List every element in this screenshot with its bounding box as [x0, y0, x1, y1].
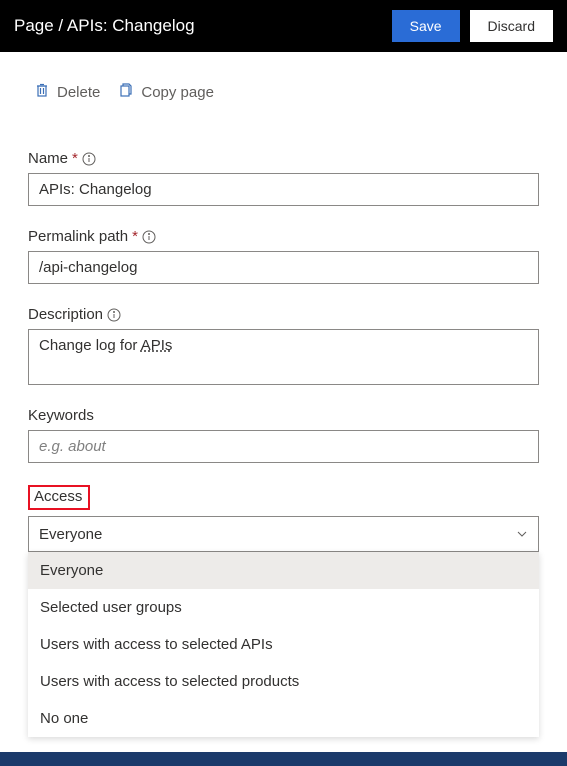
- access-select[interactable]: Everyone: [28, 516, 539, 552]
- info-icon[interactable]: [107, 308, 121, 322]
- save-button[interactable]: Save: [392, 10, 460, 42]
- description-underlined: APIs: [141, 337, 173, 354]
- permalink-field: Permalink path *: [28, 228, 539, 284]
- access-option[interactable]: Users with access to selected APIs: [28, 626, 539, 663]
- keywords-input[interactable]: [28, 430, 539, 463]
- keywords-label: Keywords: [28, 407, 539, 424]
- keywords-label-text: Keywords: [28, 407, 94, 424]
- access-label-highlight: Access: [28, 485, 90, 510]
- name-label: Name *: [28, 150, 539, 167]
- access-option[interactable]: Selected user groups: [28, 589, 539, 626]
- footer-bar: [0, 752, 567, 766]
- keywords-field: Keywords: [28, 407, 539, 463]
- name-input[interactable]: [28, 173, 539, 206]
- name-field: Name *: [28, 150, 539, 206]
- required-marker: *: [132, 228, 138, 245]
- name-label-text: Name: [28, 150, 68, 167]
- page-title: Page / APIs: Changelog: [14, 16, 382, 36]
- discard-button[interactable]: Discard: [470, 10, 553, 42]
- copy-label: Copy page: [141, 84, 214, 101]
- form-content: Delete Copy page Name * Permalink path *: [0, 52, 567, 552]
- access-option[interactable]: Users with access to selected products: [28, 663, 539, 700]
- access-dropdown: Everyone Selected user groups Users with…: [28, 552, 539, 737]
- description-label-text: Description: [28, 306, 103, 323]
- delete-label: Delete: [57, 84, 100, 101]
- info-icon[interactable]: [142, 230, 156, 244]
- access-selected-value: Everyone: [39, 526, 102, 543]
- copy-page-button[interactable]: Copy page: [118, 82, 214, 102]
- description-field: Description Change log for APIs: [28, 306, 539, 385]
- access-label-text: Access: [34, 488, 82, 505]
- access-select-wrap: Everyone Everyone Selected user groups U…: [28, 516, 539, 552]
- topbar: Page / APIs: Changelog Save Discard: [0, 0, 567, 52]
- description-label: Description: [28, 306, 539, 323]
- copy-icon: [118, 82, 134, 102]
- page-actions: Delete Copy page: [28, 82, 539, 102]
- delete-button[interactable]: Delete: [34, 82, 100, 102]
- trash-icon: [34, 82, 50, 102]
- access-option[interactable]: Everyone: [28, 552, 539, 589]
- permalink-input[interactable]: [28, 251, 539, 284]
- access-option[interactable]: No one: [28, 700, 539, 737]
- access-field: Access Everyone Everyone Selected user g…: [28, 485, 539, 552]
- description-input[interactable]: Change log for APIs: [28, 329, 539, 385]
- info-icon[interactable]: [82, 152, 96, 166]
- required-marker: *: [72, 150, 78, 167]
- permalink-label: Permalink path *: [28, 228, 539, 245]
- description-text: Change log for: [39, 337, 141, 354]
- permalink-label-text: Permalink path: [28, 228, 128, 245]
- chevron-down-icon: [516, 528, 528, 540]
